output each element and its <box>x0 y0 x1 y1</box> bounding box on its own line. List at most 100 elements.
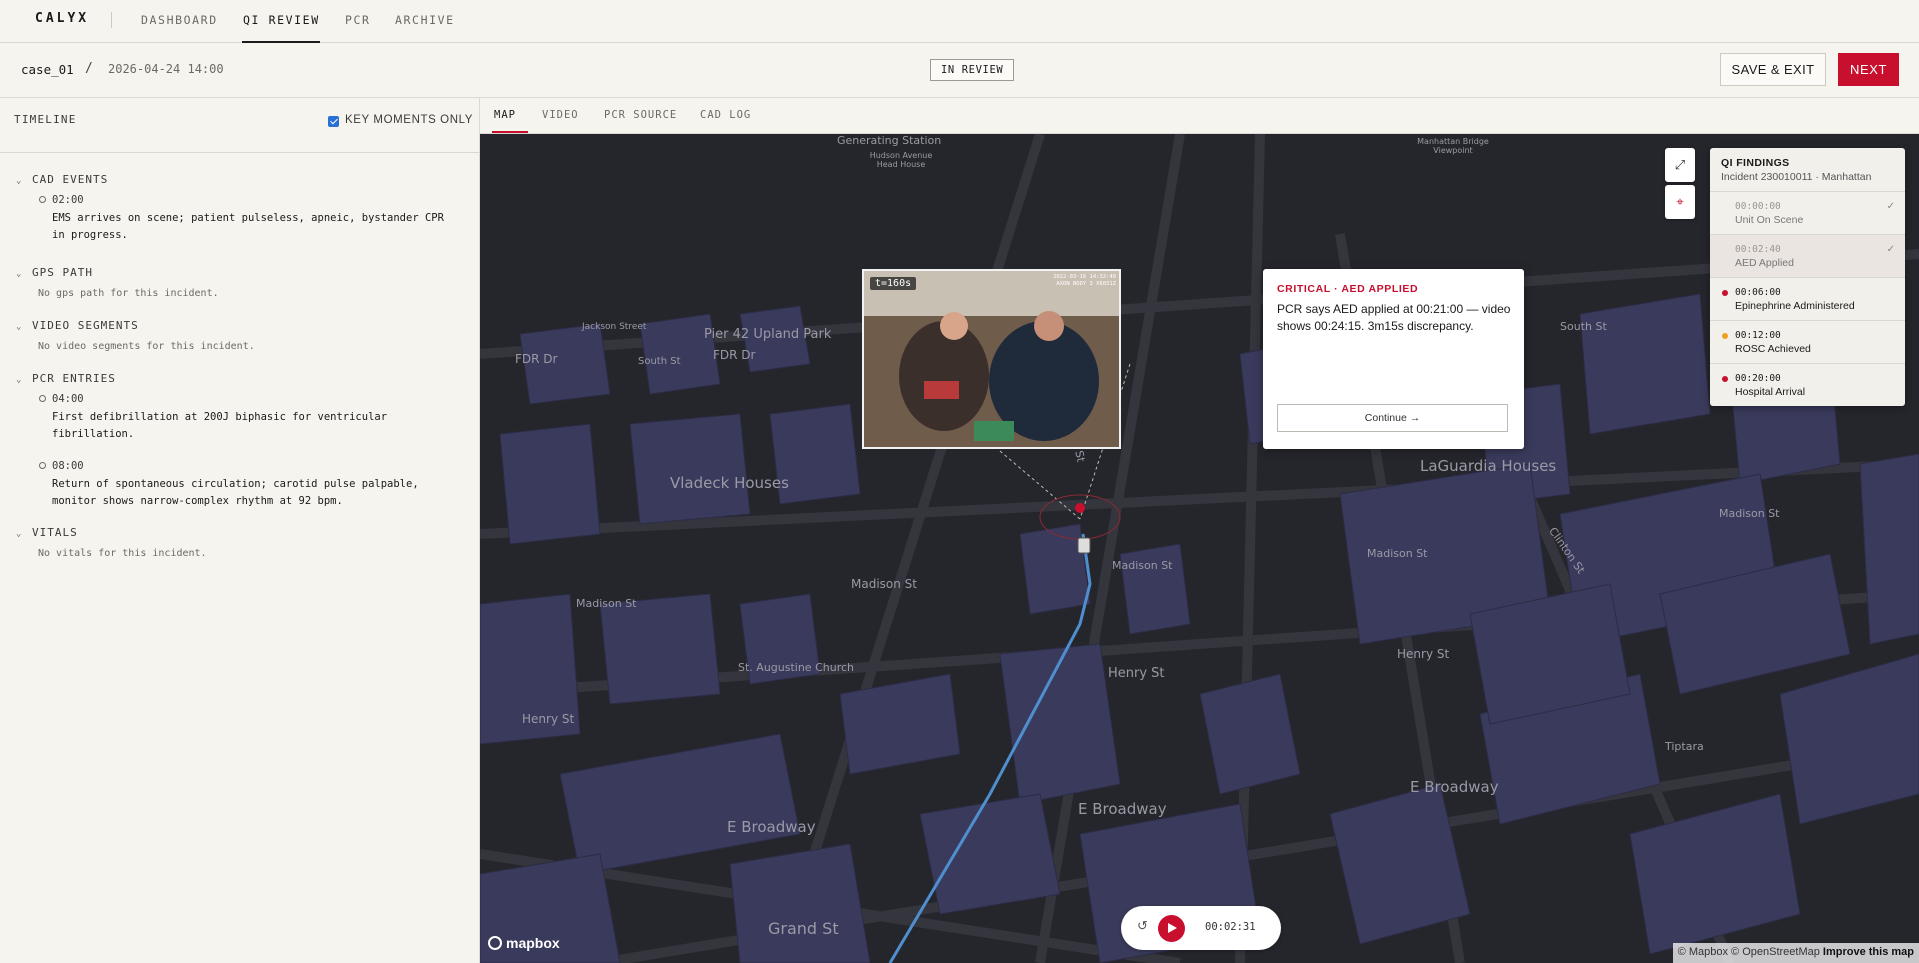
warning-dot-icon <box>1722 333 1728 339</box>
ambulance-marker[interactable] <box>1077 537 1091 554</box>
playback-controls: ↺ 00:02:31 <box>1121 906 1281 950</box>
locate-icon[interactable]: ⌖ <box>1665 185 1695 219</box>
street-label: Grand St <box>768 919 839 938</box>
event-text[interactable]: EMS arrives on scene; patient pulseless,… <box>52 210 452 243</box>
playback-time: 00:02:31 <box>1205 921 1256 933</box>
map-canvas[interactable] <box>480 134 1919 963</box>
street-label: FDR Dr <box>713 348 756 362</box>
event-marker-icon <box>39 196 46 203</box>
incident-marker[interactable] <box>1075 503 1085 513</box>
save-exit-button[interactable]: SAVE & EXIT <box>1720 53 1826 86</box>
street-label: St. Augustine Church <box>738 661 854 674</box>
timeline-header: TIMELINE KEY MOMENTS ONLY <box>0 98 479 153</box>
street-label: Henry St <box>1397 647 1450 661</box>
improve-map-link[interactable]: Improve this map <box>1823 946 1914 958</box>
street-label: Madison St <box>576 597 637 610</box>
section-toggle-cad[interactable]: ⌄ CAD EVENTS <box>16 173 108 186</box>
timeline-title: TIMELINE <box>14 113 77 126</box>
section-title: GPS PATH <box>32 266 93 279</box>
street-label: E Broadway <box>1078 800 1167 818</box>
finding-item[interactable]: 00:00:00 Unit On Scene ✓ <box>1710 191 1905 234</box>
continue-button[interactable]: Continue → <box>1277 404 1508 432</box>
chevron-down-icon: ⌄ <box>16 529 23 539</box>
street-label: E Broadway <box>1410 778 1499 796</box>
map-attribution: © Mapbox © OpenStreetMap Improve this ma… <box>1672 943 1919 963</box>
mapbox-icon <box>488 936 502 950</box>
empty-message: No vitals for this incident. <box>38 548 207 559</box>
check-icon: ✓ <box>1886 201 1895 212</box>
fullscreen-icon[interactable]: ⤢ <box>1665 148 1695 182</box>
video-stamp: 2022-03-16 14:32:40 AXON BODY 3 X6031Z <box>1053 274 1116 288</box>
nav-divider <box>111 12 112 28</box>
mapbox-logo[interactable]: mapbox <box>488 935 560 951</box>
section-toggle-pcr[interactable]: ⌄ PCR ENTRIES <box>16 372 116 385</box>
tab-active-indicator <box>492 131 528 133</box>
next-button[interactable]: NEXT <box>1838 53 1899 86</box>
qi-findings-panel: QI FINDINGS Incident 230010011 · Manhatt… <box>1710 148 1905 406</box>
tab-video[interactable]: VIDEO <box>542 109 579 121</box>
event-text[interactable]: Return of spontaneous circulation; carot… <box>52 476 452 509</box>
event-marker-icon <box>39 395 46 402</box>
chevron-down-icon: ⌄ <box>16 176 23 186</box>
play-button[interactable] <box>1158 915 1185 942</box>
finding-time: 00:12:00 <box>1735 330 1781 341</box>
street-label: LaGuardia Houses <box>1420 457 1557 475</box>
street-label: Madison St <box>1367 547 1428 560</box>
event-text[interactable]: First defibrillation at 200J biphasic fo… <box>52 409 452 442</box>
check-icon: ✓ <box>1886 244 1895 255</box>
section-toggle-vitals[interactable]: ⌄ VITALS <box>16 526 78 539</box>
video-stamp-line: AXON BODY 3 X6031Z <box>1056 281 1116 287</box>
brand-logo[interactable]: CALYX <box>35 11 89 26</box>
video-frame <box>864 271 1119 447</box>
section-title: VIDEO SEGMENTS <box>32 319 139 332</box>
timeline-sidebar: TIMELINE KEY MOMENTS ONLY ⌄ CAD EVENTS 02… <box>0 98 480 963</box>
street-label: Jackson Street <box>582 322 647 332</box>
finding-item[interactable]: 00:20:00 Hospital Arrival <box>1710 363 1905 406</box>
nav-pcr[interactable]: PCR <box>345 13 371 27</box>
finding-label: Unit On Scene <box>1735 214 1804 226</box>
section-toggle-gps[interactable]: ⌄ GPS PATH <box>16 266 93 279</box>
incident-map[interactable]: FDR Dr FDR Dr Pier 42 Upland Park Jackso… <box>480 134 1919 963</box>
section-title: CAD EVENTS <box>32 173 109 186</box>
nav-archive[interactable]: ARCHIVE <box>395 13 455 27</box>
top-nav: CALYX DASHBOARD QI REVIEW PCR ARCHIVE <box>0 0 1919 43</box>
tab-pcr-source[interactable]: PCR SOURCE <box>604 109 677 121</box>
alert-title: CRITICAL · AED APPLIED <box>1277 283 1419 295</box>
case-header: case_01 / 2026-04-24 14:00 IN REVIEW SAV… <box>0 43 1919 98</box>
key-moments-label[interactable]: KEY MOMENTS ONLY <box>345 114 473 126</box>
status-badge: IN REVIEW <box>930 59 1015 81</box>
street-label: Manhattan Bridge Viewpoint <box>1417 137 1489 155</box>
critical-dot-icon <box>1722 376 1728 382</box>
street-label: Madison St <box>851 577 917 591</box>
attribution-text[interactable]: © Mapbox © OpenStreetMap <box>1678 946 1820 958</box>
street-label: Generating Station <box>837 134 942 147</box>
street-label: Madison St <box>1719 507 1780 520</box>
finding-label: ROSC Achieved <box>1735 343 1811 355</box>
nav-dashboard[interactable]: DASHBOARD <box>141 13 218 27</box>
tab-cad-log[interactable]: CAD LOG <box>700 109 751 121</box>
section-toggle-video[interactable]: ⌄ VIDEO SEGMENTS <box>16 319 139 332</box>
critical-alert-card: CRITICAL · AED APPLIED PCR says AED appl… <box>1263 269 1524 449</box>
video-preview[interactable]: t=160s 2022-03-16 14:32:40 AXON BODY 3 X… <box>862 269 1121 449</box>
restart-icon[interactable]: ↺ <box>1137 918 1148 934</box>
chevron-down-icon: ⌄ <box>16 322 23 332</box>
findings-title: QI FINDINGS <box>1721 157 1790 169</box>
event-time: 02:00 <box>52 194 84 206</box>
finding-item[interactable]: 00:12:00 ROSC Achieved <box>1710 320 1905 363</box>
street-label: South St <box>1560 320 1607 333</box>
key-moments-checkbox[interactable] <box>328 116 339 127</box>
findings-subtitle: Incident 230010011 · Manhattan <box>1721 171 1872 183</box>
finding-item[interactable]: 00:02:40 AED Applied ✓ <box>1710 234 1905 277</box>
nav-qi-review[interactable]: QI REVIEW <box>243 13 320 27</box>
finding-label: AED Applied <box>1735 257 1794 269</box>
event-time: 08:00 <box>52 460 84 472</box>
buildings <box>480 293 1919 963</box>
street-label: Madison St <box>1112 559 1173 572</box>
finding-item[interactable]: 00:06:00 Epinephrine Administered <box>1710 277 1905 320</box>
street-label: E Broadway <box>727 818 816 836</box>
street-label: Vladeck Houses <box>670 474 789 492</box>
event-marker-icon <box>39 462 46 469</box>
tab-map[interactable]: MAP <box>494 109 516 121</box>
street-label: Henry St <box>522 712 575 726</box>
mapbox-logo-text: mapbox <box>506 935 560 951</box>
